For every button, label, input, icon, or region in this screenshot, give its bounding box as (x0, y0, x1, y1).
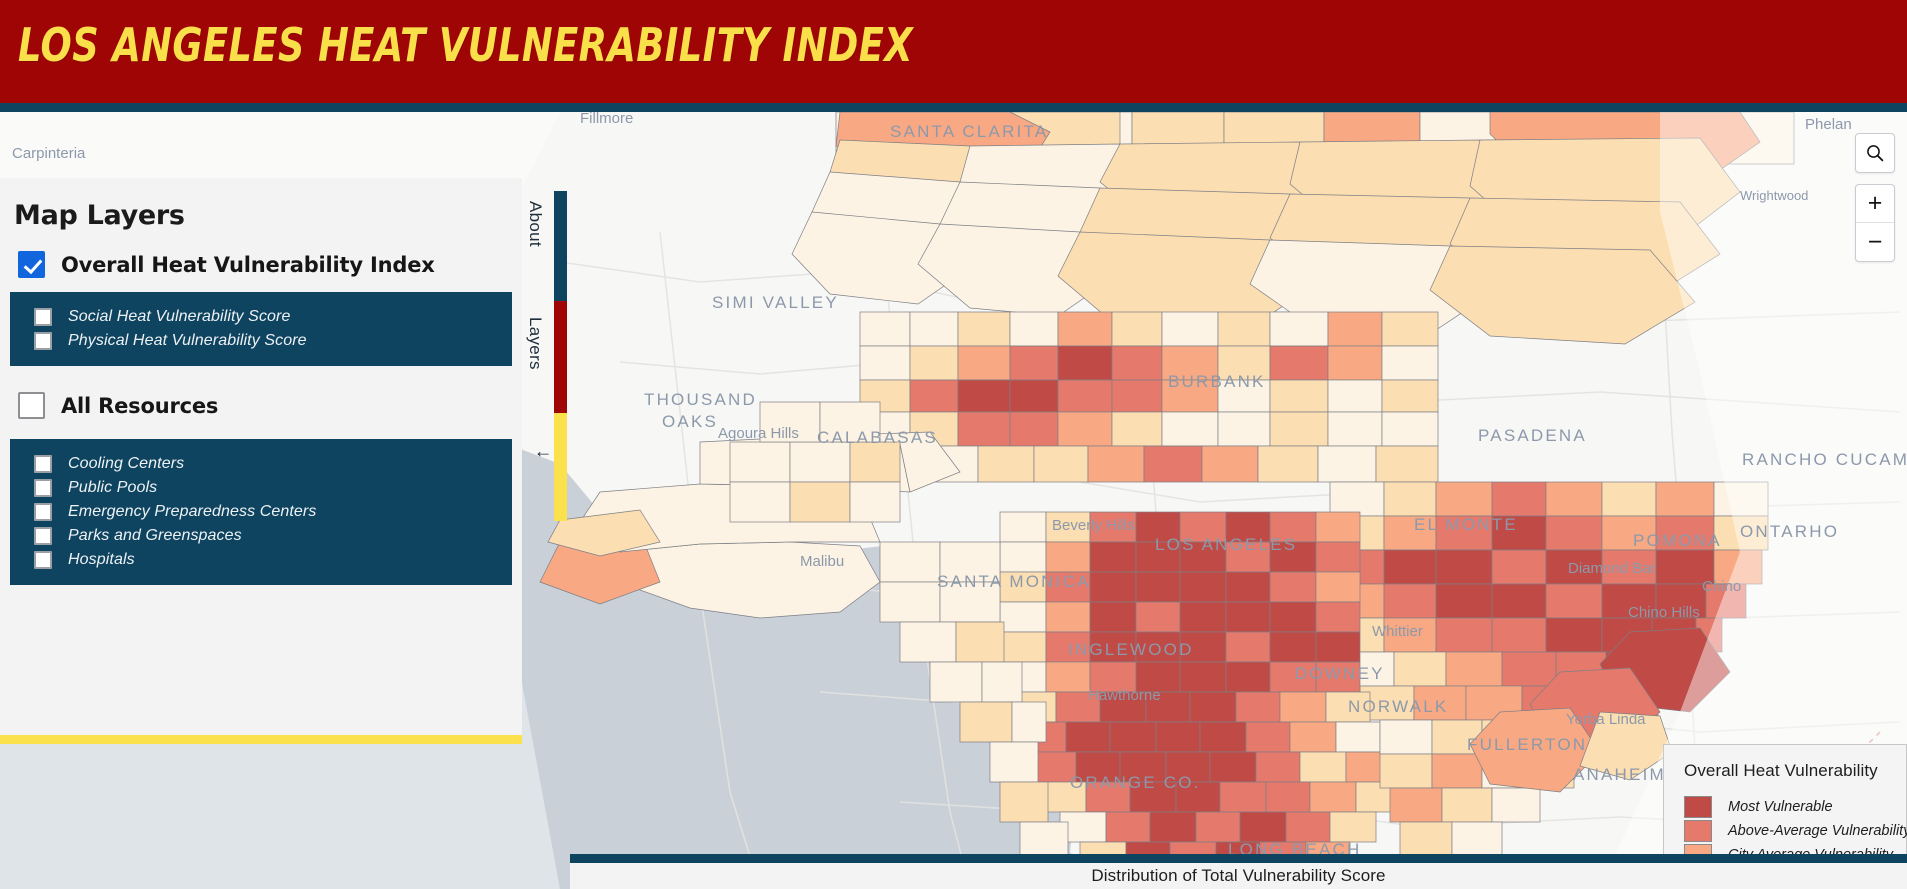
tab-indicator-collapse[interactable] (554, 413, 567, 521)
zoom-out-button[interactable]: − (1856, 223, 1894, 261)
legend-swatch (1684, 796, 1712, 818)
tab-indicator-about[interactable] (554, 191, 567, 301)
map-zoom-controls[interactable]: + − (1855, 184, 1895, 262)
checkbox-hospitals[interactable] (34, 551, 52, 569)
page-title: LOS ANGELES HEAT VULNERABILITY INDEX (18, 18, 914, 72)
map-layers-panel: Map Layers Overall Heat Vulnerability In… (0, 178, 522, 744)
sublayer-label-social-score: Social Heat Vulnerability Score (68, 308, 291, 325)
sublayer-cooling-centers[interactable]: Cooling Centers (34, 455, 512, 473)
sublayer-label-cooling-centers: Cooling Centers (68, 455, 185, 472)
checkbox-all-resources[interactable] (18, 392, 45, 419)
checkbox-social-score[interactable] (34, 308, 52, 326)
sublayer-physical-score[interactable]: Physical Heat Vulnerability Score (34, 332, 512, 350)
bottom-panel-accent-rule (570, 854, 1907, 863)
sublayer-parks-greenspaces[interactable]: Parks and Greenspaces (34, 527, 512, 545)
legend-item: Above-Average Vulnerability (1664, 819, 1907, 843)
legend-title: Overall Heat Vulnerability (1684, 761, 1878, 780)
layer-label-all-resources: All Resources (61, 393, 219, 418)
sublayer-public-pools[interactable]: Public Pools (34, 479, 512, 497)
checkbox-overall-index[interactable] (18, 251, 45, 278)
distribution-title: Distribution of Total Vulnerability Scor… (1091, 866, 1386, 885)
index-sublayer-group: Social Heat Vulnerability Score Physical… (10, 292, 512, 366)
heat-vulnerability-app: LOS ANGELES HEAT VULNERABILITY INDEX Car… (0, 0, 1907, 889)
layer-toggle-all-resources[interactable]: All Resources (18, 392, 522, 419)
header-accent-rule (0, 103, 1907, 112)
collapse-arrow-icon[interactable]: ↓ (531, 449, 553, 459)
tab-about[interactable]: About (525, 201, 545, 247)
zoom-in-button[interactable]: + (1856, 185, 1894, 223)
legend-item: Most Vulnerable (1664, 795, 1906, 819)
search-icon (1867, 145, 1884, 162)
distribution-panel[interactable]: Distribution of Total Vulnerability Scor… (570, 863, 1907, 889)
sublayer-hospitals[interactable]: Hospitals (34, 551, 512, 569)
vertical-tab-strip: About Layers ↓ (497, 191, 567, 521)
sublayer-label-public-pools: Public Pools (68, 479, 158, 496)
sublayer-social-score[interactable]: Social Heat Vulnerability Score (34, 308, 512, 326)
legend-swatch (1684, 820, 1712, 842)
map-search-button[interactable] (1855, 133, 1895, 173)
layer-toggle-overall-index[interactable]: Overall Heat Vulnerability Index (18, 251, 522, 278)
tab-layers[interactable]: Layers (525, 317, 545, 370)
app-header: LOS ANGELES HEAT VULNERABILITY INDEX (0, 0, 1907, 103)
checkbox-public-pools[interactable] (34, 479, 52, 497)
panel-title: Map Layers (14, 200, 185, 231)
layer-label-overall-index: Overall Heat Vulnerability Index (61, 252, 435, 277)
resource-sublayer-group: Cooling Centers Public Pools Emergency P… (10, 439, 512, 585)
checkbox-cooling-centers[interactable] (34, 455, 52, 473)
tab-indicator-layers[interactable] (554, 301, 567, 413)
checkbox-physical-score[interactable] (34, 332, 52, 350)
sublayer-emergency-centers[interactable]: Emergency Preparedness Centers (34, 503, 512, 521)
sublayer-label-hospitals: Hospitals (68, 551, 135, 568)
sublayer-label-parks-greenspaces: Parks and Greenspaces (68, 527, 242, 544)
checkbox-emergency-centers[interactable] (34, 503, 52, 521)
checkbox-parks-greenspaces[interactable] (34, 527, 52, 545)
legend-label: Most Vulnerable (1728, 799, 1833, 815)
sublayer-label-physical-score: Physical Heat Vulnerability Score (68, 332, 307, 349)
legend-label: Above-Average Vulnerability (1728, 823, 1907, 839)
sublayer-label-emergency-centers: Emergency Preparedness Centers (68, 503, 317, 520)
